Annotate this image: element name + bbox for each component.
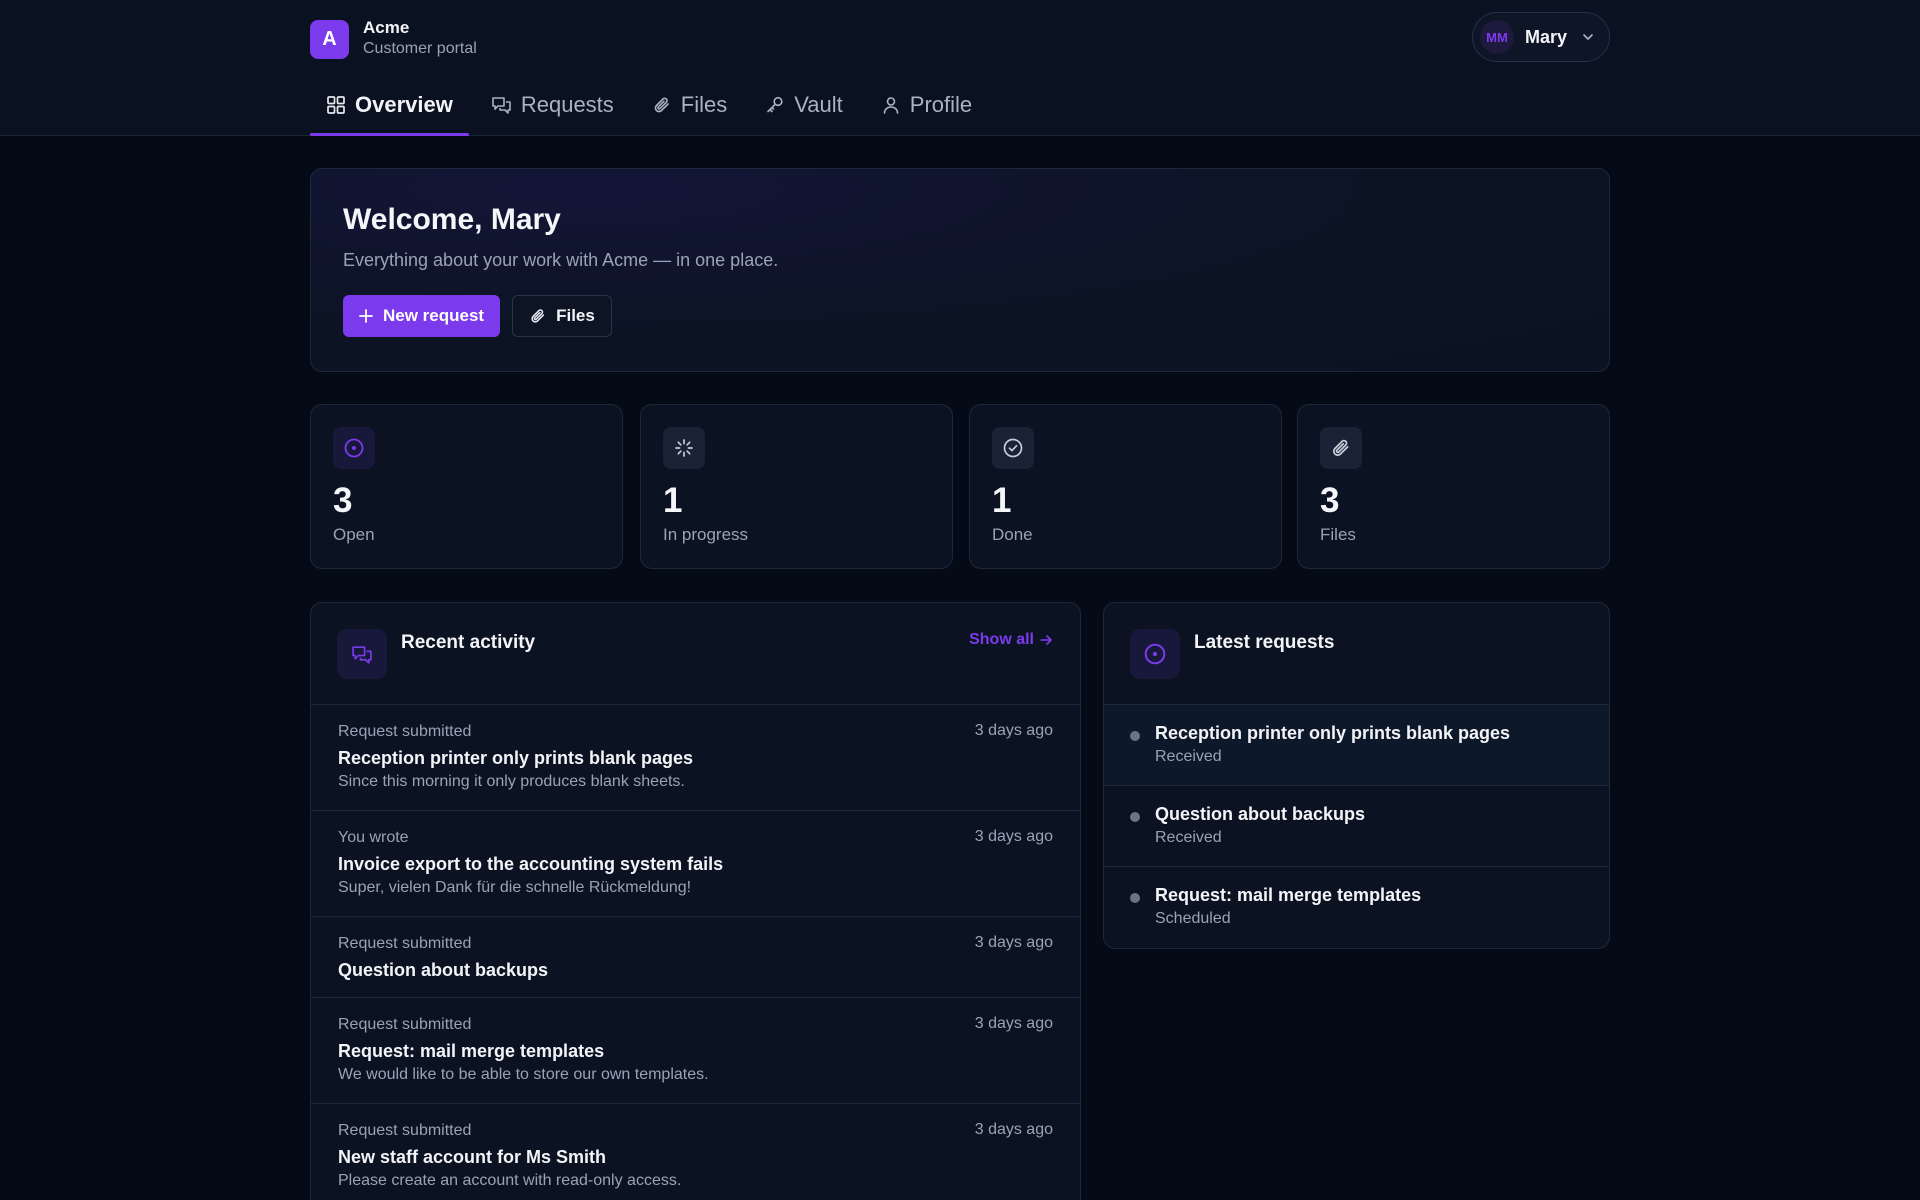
tab-profile[interactable]: Profile [865,80,988,136]
files-button-label: Files [556,306,595,325]
paperclip-icon [1320,427,1362,469]
activity-time: 3 days ago [974,1121,1053,1138]
tab-profile-label: Profile [909,92,973,117]
activity-title: Invoice export to the accounting system … [338,854,724,874]
request-item[interactable]: Reception printer only prints blank page… [1104,705,1609,786]
brand-logo: A [310,19,349,59]
chevron-down-icon [1581,30,1595,44]
tab-requests-label: Requests [520,92,614,117]
activity-title: New staff account for Ms Smith [338,1147,607,1167]
stat-label: In progress [663,525,749,544]
activity-item[interactable]: You wrote Invoice export to the accounti… [311,811,1080,917]
tab-files[interactable]: Files [636,80,743,136]
tab-files-label: Files [680,92,728,117]
key-icon [767,96,783,113]
avatar: MM [1480,20,1514,54]
stat-value: 3 [333,481,353,520]
panel-header: Recent activity Show all [311,603,1080,705]
activity-item[interactable]: Request submitted Reception printer only… [311,705,1080,811]
activity-item[interactable]: Request submitted Request: mail merge te… [311,998,1080,1104]
stat-card-in-progress[interactable]: 1 In progress [640,404,953,569]
brand-subtitle: Customer portal [363,40,477,57]
request-item[interactable]: Question about backups Received [1104,786,1609,867]
plus-icon [359,309,373,323]
request-status: Received [1155,829,1222,846]
circle-dot-icon [333,427,375,469]
request-title: Question about backups [1155,804,1366,824]
activity-desc: Please create an account with read-only … [338,1172,682,1189]
user-menu-button[interactable]: MM Mary [1472,12,1610,62]
show-all-link[interactable]: Show all [969,631,1053,649]
welcome-card: Welcome, Mary Everything about your work… [310,168,1610,372]
tab-overview-label: Overview [355,92,453,117]
top-bar: A Acme Customer portal MM Mary Overview … [0,0,1920,136]
request-title: Reception printer only prints blank page… [1155,723,1511,743]
user-name: Mary [1525,26,1568,47]
activity-title: Request: mail merge templates [338,1041,605,1061]
stat-card-open[interactable]: 3 Open [310,404,623,569]
stat-value: 1 [663,481,683,520]
activity-time: 3 days ago [974,828,1053,845]
paperclip-icon [531,309,545,323]
latest-requests-panel: Latest requests Reception printer only p… [1103,602,1610,949]
brand-name: Acme [363,18,410,37]
recent-activity-panel: Recent activity Show all Request submitt… [310,602,1081,1200]
show-all-label: Show all [969,631,1034,648]
activity-meta: You wrote [338,829,409,846]
chat-icon [492,97,511,114]
activity-time: 3 days ago [974,1015,1053,1032]
activity-desc: We would like to be able to store our ow… [338,1066,709,1083]
arrow-right-icon [1040,635,1052,645]
welcome-subtitle: Everything about your work with Acme — i… [343,250,779,270]
stat-label: Done [992,525,1033,544]
paperclip-icon [654,97,669,113]
grid-icon [327,96,345,114]
stat-value: 3 [1320,481,1340,520]
brand[interactable]: A Acme Customer portal [310,18,477,60]
panel-title: Latest requests [1194,632,1335,653]
activity-time: 3 days ago [974,934,1053,951]
activity-title: Question about backups [338,960,549,980]
stat-label: Files [1320,525,1356,544]
brand-text: Acme Customer portal [363,18,477,60]
request-status: Received [1155,748,1222,765]
panel-header: Latest requests [1104,603,1609,705]
activity-time: 3 days ago [974,722,1053,739]
tab-requests[interactable]: Requests [475,80,630,136]
new-request-button[interactable]: New request [343,295,501,337]
activity-meta: Request submitted [338,935,472,952]
tab-vault[interactable]: Vault [749,80,859,136]
activity-item[interactable]: Request submitted New staff account for … [311,1104,1080,1200]
panel-title: Recent activity [401,632,536,653]
activity-desc: Super, vielen Dank für die schnelle Rück… [338,879,692,896]
welcome-title: Welcome, Mary [343,203,561,236]
user-icon [883,97,899,114]
stat-card-done[interactable]: 1 Done [969,404,1282,569]
main-tabs: Overview Requests Files Vault Profile [310,80,988,136]
new-request-label: New request [383,306,485,325]
request-status: Scheduled [1155,910,1231,927]
welcome-actions: New request Files [343,295,1577,337]
activity-item[interactable]: Request submitted Question about backups… [311,917,1080,998]
check-circle-icon [992,427,1034,469]
spinner-icon [663,427,705,469]
status-dot [1130,731,1140,741]
circle-dot-icon [1130,629,1180,679]
request-title: Request: mail merge templates [1155,885,1422,905]
stat-card-files[interactable]: 3 Files [1297,404,1610,569]
activity-meta: Request submitted [338,723,472,740]
tab-overview[interactable]: Overview [310,80,469,136]
activity-title: Reception printer only prints blank page… [338,748,694,768]
activity-meta: Request submitted [338,1122,472,1139]
stat-label: Open [333,525,375,544]
chat-icon [337,629,387,679]
stat-value: 1 [992,481,1012,520]
request-item[interactable]: Request: mail merge templates Scheduled [1104,867,1609,948]
tab-vault-label: Vault [794,92,843,117]
activity-meta: Request submitted [338,1016,472,1033]
status-dot [1130,812,1140,822]
activity-desc: Since this morning it only produces blan… [338,773,685,790]
status-dot [1130,893,1140,903]
files-button[interactable]: Files [512,295,612,337]
